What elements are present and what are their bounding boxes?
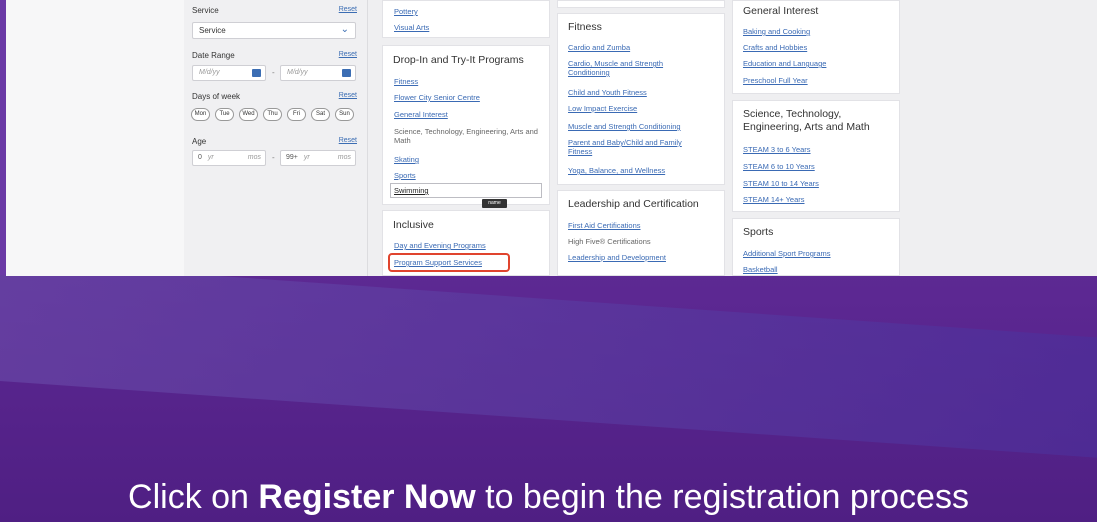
preschool-link[interactable]: Preschool Full Year xyxy=(743,76,808,85)
sports-link[interactable]: Sports xyxy=(394,171,416,180)
pottery-link[interactable]: Pottery xyxy=(394,7,418,16)
senior-centre-link[interactable]: Flower City Senior Centre xyxy=(394,93,480,102)
start-date-placeholder: M/d/yy xyxy=(199,69,220,76)
min-age-field[interactable]: 0 yr mos xyxy=(192,150,266,166)
service-label: Service xyxy=(192,6,219,15)
min-age-months: mos xyxy=(247,154,261,161)
crafts-link[interactable]: Crafts and Hobbies xyxy=(743,43,807,52)
start-date-field[interactable]: M/d/yy xyxy=(192,65,266,81)
steam-6-10-link[interactable]: STEAM 6 to 10 Years xyxy=(743,162,815,171)
drop-in-title: Drop-In and Try-It Programs xyxy=(393,54,524,66)
child-youth-fitness-link[interactable]: Child and Youth Fitness xyxy=(568,88,647,97)
steam-3-6-link[interactable]: STEAM 3 to 6 Years xyxy=(743,145,811,154)
days-of-week-label: Days of week xyxy=(192,92,241,101)
steam-title: Science, Technology, Engineering, Arts a… xyxy=(743,108,870,133)
end-date-field[interactable]: M/d/yy xyxy=(280,65,356,81)
chevron-down-icon: ⌄ xyxy=(340,24,349,35)
service-reset-link[interactable]: Reset xyxy=(339,6,357,13)
filter-panel: Service Reset Service ⌄ Date Range Reset… xyxy=(184,0,368,276)
cardio-zumba-link[interactable]: Cardio and Zumba xyxy=(568,43,630,52)
fitness-link[interactable]: Fitness xyxy=(394,77,418,86)
age-label: Age xyxy=(192,137,207,146)
general-interest-link[interactable]: General Interest xyxy=(394,110,448,119)
fitness-card: Fitness Cardio and Zumba Cardio, Muscle … xyxy=(557,13,725,185)
steam-14-link[interactable]: STEAM 14+ Years xyxy=(743,195,805,204)
day-toggle-fri[interactable]: Fri xyxy=(287,108,306,121)
yoga-link[interactable]: Yoga, Balance, and Wellness xyxy=(568,166,665,175)
caption-suffix: to begin the registration process xyxy=(475,478,969,516)
day-evening-link[interactable]: Day and Evening Programs xyxy=(394,241,486,250)
calendar-icon[interactable] xyxy=(342,69,351,77)
max-age-unit: yr xyxy=(303,154,310,161)
top-middle-card xyxy=(557,0,725,8)
date-separator: - xyxy=(272,68,275,77)
max-age-field[interactable]: 99+ yr mos xyxy=(280,150,356,166)
leadership-dev-link[interactable]: Leadership and Development xyxy=(568,253,666,262)
education-link[interactable]: Education and Language xyxy=(743,59,826,68)
day-toggle-sat[interactable]: Sat xyxy=(311,108,330,121)
days-reset-link[interactable]: Reset xyxy=(339,92,357,99)
fitness-title: Fitness xyxy=(568,21,602,33)
day-toggle-wed[interactable]: Wed xyxy=(239,108,258,121)
day-toggle-tue[interactable]: Tue xyxy=(215,108,234,121)
parent-baby-link[interactable]: Parent and Baby/Child and Family Fitness xyxy=(568,138,703,156)
inclusive-title: Inclusive xyxy=(393,219,434,231)
high-five-text: High Five® Certifications xyxy=(568,237,651,246)
general-interest-title: General Interest xyxy=(743,5,819,17)
caption-prefix: Click on xyxy=(128,478,259,516)
leadership-title: Leadership and Certification xyxy=(568,198,699,210)
highlight-box xyxy=(388,253,510,272)
min-age-unit: yr xyxy=(207,154,214,161)
first-aid-link[interactable]: First Aid Certifications xyxy=(568,221,641,230)
visual-arts-link[interactable]: Visual Arts xyxy=(394,23,429,32)
max-age-months: mos xyxy=(337,154,351,161)
min-age-value: 0 xyxy=(198,154,202,161)
baking-link[interactable]: Baking and Cooking xyxy=(743,27,810,36)
calendar-icon[interactable] xyxy=(252,69,261,77)
service-select-value: Service xyxy=(199,26,226,35)
additional-sport-link[interactable]: Additional Sport Programs xyxy=(743,249,831,258)
low-impact-link[interactable]: Low Impact Exercise xyxy=(568,104,637,113)
date-range-label: Date Range xyxy=(192,51,235,60)
date-range-reset-link[interactable]: Reset xyxy=(339,51,357,58)
age-separator: - xyxy=(272,153,275,162)
day-toggle-sun[interactable]: Sun xyxy=(335,108,354,121)
day-toggle-mon[interactable]: Mon xyxy=(191,108,210,121)
sports-title: Sports xyxy=(743,226,774,238)
muscle-strength-link[interactable]: Muscle and Strength Conditioning xyxy=(568,122,681,131)
instruction-caption: Click on Register Now to begin the regis… xyxy=(0,478,1097,517)
service-select[interactable]: Service ⌄ xyxy=(192,22,356,39)
drop-in-card: Drop-In and Try-It Programs Fitness Flow… xyxy=(382,45,550,205)
leadership-card: Leadership and Certification First Aid C… xyxy=(557,190,725,276)
name-tooltip: name xyxy=(482,199,507,208)
max-age-value: 99+ xyxy=(286,154,298,161)
steam-text: Science, Technology, Engineering, Arts a… xyxy=(394,127,538,145)
steam-card: Science, Technology, Engineering, Arts a… xyxy=(732,100,900,212)
steam-10-14-link[interactable]: STEAM 10 to 14 Years xyxy=(743,179,819,188)
cardio-muscle-link[interactable]: Cardio, Muscle and Strength Conditioning xyxy=(568,59,688,77)
skating-link[interactable]: Skating xyxy=(394,155,419,164)
end-date-placeholder: M/d/yy xyxy=(287,69,308,76)
general-interest-card: General Interest Baking and Cooking Craf… xyxy=(732,0,900,94)
sports-card: Sports Additional Sport Programs Basketb… xyxy=(732,218,900,276)
caption-register-now: Register Now xyxy=(258,478,476,516)
age-reset-link[interactable]: Reset xyxy=(339,137,357,144)
arts-card: Pottery Visual Arts xyxy=(382,0,550,38)
embedded-screenshot: Service Reset Service ⌄ Date Range Reset… xyxy=(6,0,1097,276)
swimming-edit-field[interactable]: Swimming xyxy=(390,183,542,198)
basketball-link[interactable]: Basketball xyxy=(743,265,778,274)
day-toggle-thu[interactable]: Thu xyxy=(263,108,282,121)
